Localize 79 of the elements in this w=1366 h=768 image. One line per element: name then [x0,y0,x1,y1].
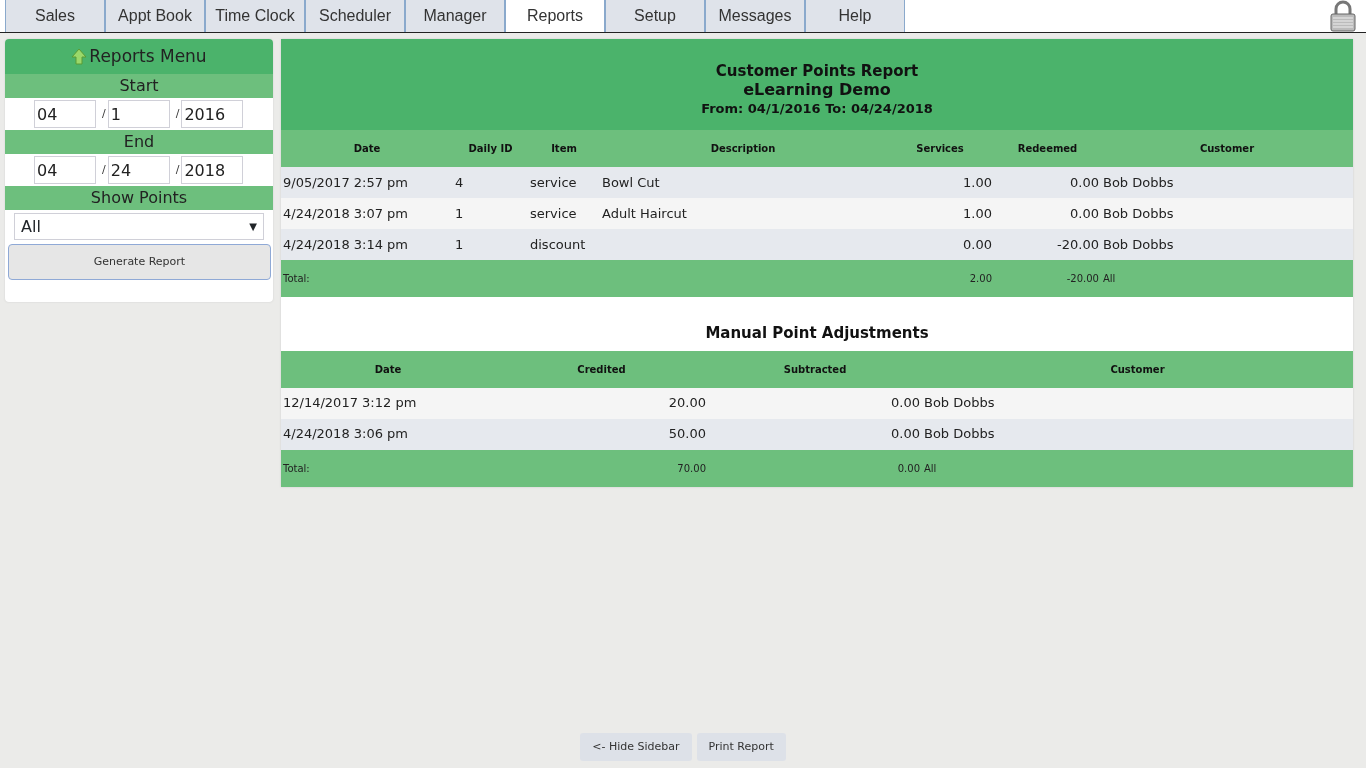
points-select[interactable]: All ▼ [14,213,264,240]
date-input[interactable]: 2018 [181,156,244,184]
table-cell: 20.00 [495,387,708,419]
column-header: Services [886,130,994,167]
date-input[interactable]: 04 [34,156,96,184]
table-cell: Bowl Cut [600,167,886,198]
table-cell: service [528,167,600,198]
table-cell: Bob Dobbs [1101,198,1353,229]
table-cell: discount [528,229,600,260]
nav-tab[interactable]: Manager [405,0,505,32]
date-input[interactable]: 2016 [181,100,244,128]
column-header: Redeemed [994,130,1101,167]
table-cell: Bob Dobbs [1101,167,1353,198]
nav-tab[interactable]: Sales [5,0,105,32]
column-header: Customer [922,350,1353,388]
table-cell: 0.00 [994,167,1101,198]
table-cell: 12/14/2017 3:12 pm [281,387,495,419]
business-name: eLearning Demo [743,79,891,100]
table-cell: 4/24/2018 3:14 pm [281,229,453,260]
table-cell: 0.00 [886,229,994,260]
nav-tab[interactable]: Messages [705,0,805,32]
section-label: End [5,130,273,154]
date-input[interactable]: 24 [107,156,170,184]
table-cell: 4/24/2018 3:06 pm [281,418,495,450]
table-cell: 0.00 [994,198,1101,229]
date-separator: / [175,161,180,178]
nav-tab[interactable]: Setup [605,0,705,32]
table-cell: 0.00 [708,418,922,450]
date-separator: / [102,161,106,178]
report-title: Customer Points Report [715,61,919,80]
table-cell: 4/24/2018 3:07 pm [281,198,453,229]
total-cell: Total: [281,260,453,297]
table-cell: 9/05/2017 2:57 pm [281,167,453,198]
lock-icon[interactable] [1330,0,1356,32]
date-input[interactable]: 04 [34,100,96,128]
print-report-button[interactable]: Print Report [696,733,786,761]
section-title: Manual Point Adjustments [704,323,930,344]
column-header: Date [281,350,495,388]
table-cell: 50.00 [495,418,708,450]
table-cell: -20.00 [994,229,1101,260]
menu-title: Reports Menu [89,44,207,68]
total-cell: 70.00 [495,449,708,487]
total-cell: 2.00 [886,260,994,297]
hide-sidebar-button[interactable]: <- Hide Sidebar [580,733,692,761]
table-cell: 1.00 [886,167,994,198]
table-cell: service [528,198,600,229]
column-header: Customer [1101,130,1353,167]
table-cell: Adult Haircut [600,198,886,229]
total-cell: -20.00 [994,260,1101,297]
total-cell: All [1101,260,1353,297]
section-label: Show Points [5,186,273,210]
table-cell: Bob Dobbs [922,387,1353,419]
nav-tab[interactable]: Reports [505,0,605,32]
nav-tab[interactable]: Time Clock [205,0,305,32]
table-cell: 1.00 [886,198,994,229]
column-header: Subtracted [708,350,922,388]
nav-tab[interactable]: Help [805,0,905,32]
date-input[interactable]: 1 [107,100,170,128]
generate-report-button[interactable]: Generate Report [8,244,271,280]
total-cell: 0.00 [708,449,922,487]
column-header: Date [281,130,453,167]
column-header: Daily ID [453,130,528,167]
total-cell: Total: [281,449,495,487]
table-cell: Bob Dobbs [922,418,1353,450]
date-separator: / [102,105,106,122]
column-header: Item [528,130,600,167]
column-header: Description [600,130,886,167]
date-separator: / [175,105,180,122]
table-cell: 4 [453,167,528,198]
table-cell: 1 [453,198,528,229]
total-cell: All [922,449,1353,487]
table-cell: 1 [453,229,528,260]
section-label: Start [5,74,273,98]
column-header: Credited [495,350,708,388]
nav-tab[interactable]: Appt Book [105,0,205,32]
table-cell: 0.00 [708,387,922,419]
nav-tab[interactable]: Scheduler [305,0,405,32]
table-cell: Bob Dobbs [1101,229,1353,260]
date-range: From: 04/1/2016 To: 04/24/2018 [701,99,933,118]
